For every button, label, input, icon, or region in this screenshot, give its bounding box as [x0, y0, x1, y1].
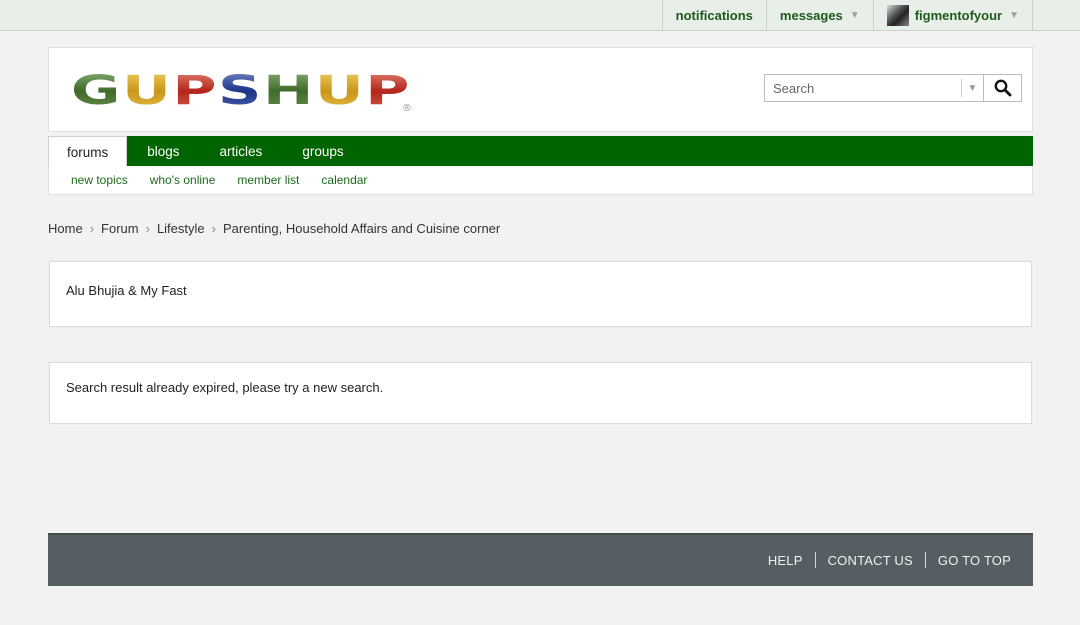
thread-title: Alu Bhujia & My Fast: [66, 283, 187, 298]
notifications-label: notifications: [675, 7, 753, 23]
breadcrumb: Home › Forum › Lifestyle › Parenting, Ho…: [48, 221, 500, 236]
tab-articles[interactable]: articles: [200, 136, 283, 166]
caret-down-icon: ▼: [1009, 9, 1019, 21]
messages-link[interactable]: messages ▼: [765, 0, 873, 30]
search-expired-message: Search result already expired, please tr…: [66, 380, 384, 395]
chevron-right-icon: ›: [89, 221, 95, 236]
search-message-panel: Search result already expired, please tr…: [49, 362, 1032, 424]
caret-down-icon: ▼: [849, 9, 860, 21]
subnav-new-topics[interactable]: new topics: [60, 173, 139, 187]
notifications-link[interactable]: notifications: [661, 0, 766, 30]
username-label: figmentofyour: [914, 7, 1003, 23]
user-profile-menu[interactable]: figmentofyour ▼: [872, 0, 1033, 30]
search-options-dropdown[interactable]: ▼: [961, 79, 983, 97]
subnav-whos-online[interactable]: who's online: [139, 173, 227, 187]
footer-go-to-top-link[interactable]: GO TO TOP: [938, 553, 1011, 568]
sub-nav: new topics who's online member list cale…: [48, 166, 1033, 195]
tab-blogs[interactable]: blogs: [127, 136, 199, 166]
search-input[interactable]: [765, 75, 955, 101]
site-footer: HELP CONTACT US GO TO TOP: [48, 533, 1033, 586]
chevron-right-icon: ›: [211, 221, 216, 236]
footer-help-link[interactable]: HELP: [768, 553, 803, 568]
svg-text:GUPSHUP: GUPSHUP: [71, 68, 411, 112]
svg-text:®: ®: [402, 103, 412, 112]
main-nav: forums blogs articles groups: [48, 136, 1033, 167]
search-form: ▼: [764, 74, 1022, 102]
subnav-member-list[interactable]: member list: [226, 173, 310, 187]
user-menu: notifications messages ▼ figmentofyour ▼: [661, 0, 1033, 30]
subnav-calendar[interactable]: calendar: [310, 173, 378, 187]
search-icon: [994, 79, 1011, 97]
tab-groups[interactable]: groups: [282, 136, 363, 166]
search-button[interactable]: [983, 74, 1022, 102]
footer-divider: [814, 552, 816, 568]
gupshup-logo[interactable]: GUPSHUP ®: [71, 68, 421, 112]
breadcrumb-parenting[interactable]: Parenting, Household Affairs and Cuisine…: [223, 221, 500, 236]
breadcrumb-forum[interactable]: Forum: [101, 221, 139, 236]
tab-forums[interactable]: forums: [48, 136, 128, 167]
chevron-right-icon: ›: [145, 221, 150, 236]
search-box: ▼: [764, 74, 983, 102]
site-header: GUPSHUP ® ▼: [48, 47, 1033, 132]
breadcrumb-home[interactable]: Home: [48, 221, 83, 236]
footer-divider: [924, 552, 926, 568]
avatar: [886, 4, 909, 26]
top-bar: notifications messages ▼ figmentofyour ▼: [0, 0, 1080, 31]
breadcrumb-lifestyle[interactable]: Lifestyle: [157, 221, 205, 236]
footer-contact-link[interactable]: CONTACT US: [828, 553, 913, 568]
footer-links: HELP CONTACT US GO TO TOP: [768, 552, 1011, 568]
messages-label: messages: [779, 7, 843, 23]
thread-title-panel: Alu Bhujia & My Fast: [49, 261, 1032, 327]
